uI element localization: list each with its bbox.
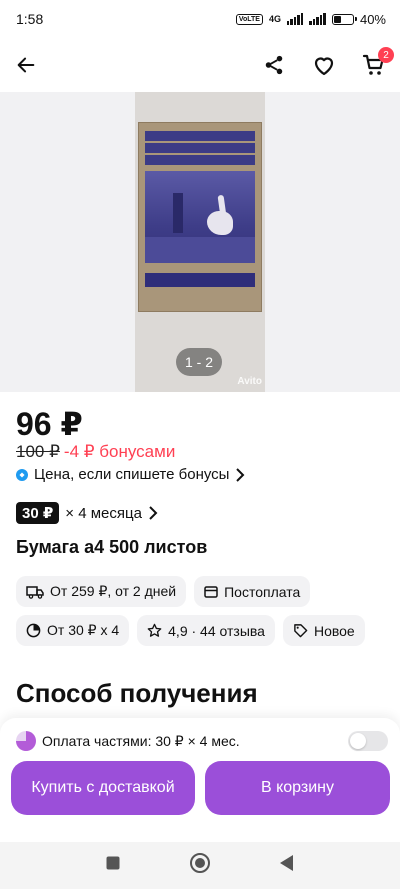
chip-rating[interactable]: 4,9 · 44 отзыва — [137, 615, 275, 646]
share-icon[interactable] — [260, 51, 288, 79]
chip-label: Постоплата — [224, 583, 301, 600]
cart-count-badge: 2 — [378, 47, 394, 63]
installment-pay-row: Оплата частями: 30 ₽ × 4 мес. — [16, 731, 388, 751]
chip-label: От 259 ₽, от 2 дней — [50, 583, 177, 599]
bonus-note-text: Цена, если спишете бонусы — [34, 466, 230, 483]
signal-2-icon — [309, 13, 326, 25]
status-icons: VoLTE 4G 40% — [235, 11, 386, 27]
top-actions: 2 — [260, 47, 394, 79]
add-to-cart-button[interactable]: В корзину — [205, 761, 390, 815]
signal-icon — [286, 13, 304, 25]
delivery-method-heading: Способ получения — [16, 678, 258, 708]
chip-postpay[interactable]: Постоплата — [194, 576, 311, 607]
paper-box-image — [138, 122, 262, 312]
chip-delivery[interactable]: От 259 ₽, от 2 дней — [16, 576, 187, 607]
network-label: 4G — [268, 14, 281, 24]
old-price: 100 ₽ — [16, 442, 60, 461]
star-icon — [147, 623, 162, 637]
product-title: Бумага а4 500 листов — [16, 537, 208, 557]
status-bar: 1:58 VoLTE 4G 40% — [0, 0, 400, 38]
back-triangle-icon[interactable] — [279, 854, 295, 877]
bonus-discount: -4 ₽ бонусами — [63, 442, 176, 461]
chevron-right-icon — [236, 467, 245, 482]
installment-link[interactable]: 30 ₽ × 4 месяца — [16, 502, 158, 524]
tag-icon — [294, 624, 308, 638]
bonus-note-link[interactable]: Цена, если спишете бонусы — [16, 466, 245, 483]
top-bar: 2 — [0, 40, 400, 90]
system-nav-bar — [0, 842, 400, 889]
volte-icon: VoLTE — [235, 13, 263, 25]
installment-icon — [26, 623, 41, 638]
status-time: 1:58 — [16, 11, 44, 27]
chip-installment[interactable]: От 30 ₽ х 4 — [16, 615, 130, 646]
installment-badge: 30 ₽ — [16, 502, 60, 524]
price-main: 96 ₽ — [16, 406, 83, 442]
chip-label: Новое — [313, 622, 355, 639]
bonus-icon — [16, 468, 28, 481]
recents-icon[interactable] — [105, 855, 121, 876]
price-details: 100 ₽ -4 ₽ бонусами — [16, 442, 175, 462]
battery-level: 40% — [359, 11, 386, 27]
chip-label: От 30 ₽ х 4 — [47, 622, 120, 638]
chevron-right-icon — [149, 506, 158, 520]
installment-text: × 4 месяца — [65, 504, 142, 522]
info-chips: От 259 ₽, от 2 дней Постоплата От 30 ₽ х… — [16, 576, 386, 646]
installment-pie-icon — [16, 731, 36, 751]
heart-icon[interactable] — [310, 51, 338, 79]
product-photo[interactable] — [135, 92, 265, 392]
installment-pay-label: Оплата частями: 30 ₽ × 4 мес. — [42, 732, 240, 749]
battery-icon — [331, 13, 357, 25]
card-icon — [204, 585, 218, 598]
bottom-action-panel: Оплата частями: 30 ₽ × 4 мес. Купить с д… — [0, 718, 400, 842]
truck-icon — [26, 585, 44, 599]
avito-watermark: Avito — [237, 376, 262, 387]
cart-icon[interactable]: 2 — [360, 47, 394, 79]
photo-gallery[interactable]: 1 - 2 Avito — [0, 92, 400, 392]
photo-counter: 1 - 2 — [176, 348, 222, 376]
installment-pay-info: Оплата частями: 30 ₽ × 4 мес. — [16, 731, 240, 751]
chip-condition[interactable]: Новое — [282, 615, 365, 646]
chip-label: 4,9 · 44 отзыва — [168, 622, 265, 639]
home-icon[interactable] — [189, 852, 211, 879]
back-arrow-icon[interactable] — [12, 51, 40, 79]
watermark-text: Avito — [237, 376, 262, 387]
buy-with-delivery-button[interactable]: Купить с доставкой — [11, 761, 195, 815]
installment-toggle[interactable] — [348, 731, 388, 751]
